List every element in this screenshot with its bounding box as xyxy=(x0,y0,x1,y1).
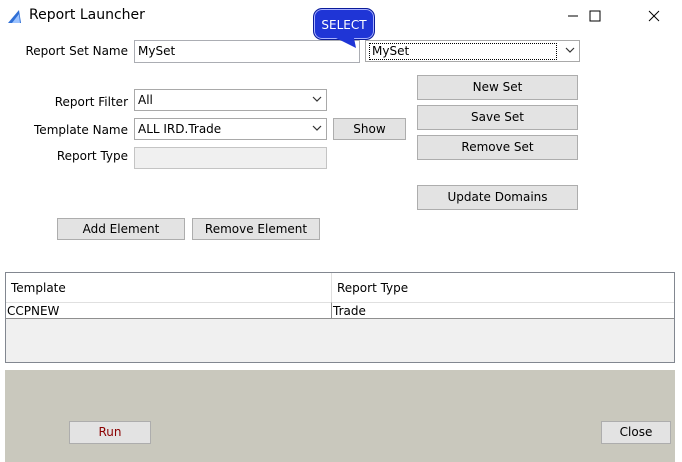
window-title: Report Launcher xyxy=(29,7,145,23)
table-cell-template[interactable]: CCPNEW xyxy=(6,302,332,319)
remove-element-button[interactable]: Remove Element xyxy=(192,218,320,240)
run-button[interactable]: Run xyxy=(69,421,151,444)
report-filter-select[interactable]: All xyxy=(134,89,327,111)
new-set-button[interactable]: New Set xyxy=(417,75,578,100)
maximize-button[interactable] xyxy=(572,0,618,32)
chevron-down-icon xyxy=(312,96,322,102)
tooltip-pointer xyxy=(336,38,356,48)
close-icon xyxy=(648,10,660,22)
maximize-icon xyxy=(589,10,601,22)
template-name-label: Template Name xyxy=(34,123,128,137)
report-set-name-label: Report Set Name xyxy=(25,44,128,58)
chevron-down-icon xyxy=(565,47,575,53)
table-header-report-type[interactable]: Report Type xyxy=(332,273,674,302)
app-logo-icon xyxy=(7,8,23,24)
report-filter-value: All xyxy=(138,93,153,107)
close-window-button[interactable] xyxy=(631,0,677,32)
template-name-select[interactable]: ALL IRD.Trade xyxy=(134,118,327,140)
report-type-label: Report Type xyxy=(56,149,128,163)
remove-set-button[interactable]: Remove Set xyxy=(417,135,578,160)
update-domains-button[interactable]: Update Domains xyxy=(417,185,578,210)
show-button[interactable]: Show xyxy=(333,118,406,140)
elements-table: Template Report Type CCPNEW Trade xyxy=(5,272,675,363)
close-button[interactable]: Close xyxy=(601,421,671,444)
add-element-button[interactable]: Add Element xyxy=(57,218,185,240)
select-tooltip: SELECT xyxy=(313,8,375,40)
report-filter-label: Report Filter xyxy=(54,95,128,109)
bottom-panel xyxy=(5,370,675,462)
template-name-value: ALL IRD.Trade xyxy=(138,122,222,136)
save-set-button[interactable]: Save Set xyxy=(417,105,578,130)
chevron-down-icon xyxy=(312,125,322,131)
report-set-name-input[interactable]: MySet xyxy=(134,40,360,63)
report-set-select-value: MySet xyxy=(369,43,557,60)
report-type-field xyxy=(134,147,327,169)
report-set-select[interactable]: MySet xyxy=(365,40,580,62)
table-header-template[interactable]: Template xyxy=(6,273,332,302)
table-cell-report-type[interactable]: Trade xyxy=(332,302,674,319)
